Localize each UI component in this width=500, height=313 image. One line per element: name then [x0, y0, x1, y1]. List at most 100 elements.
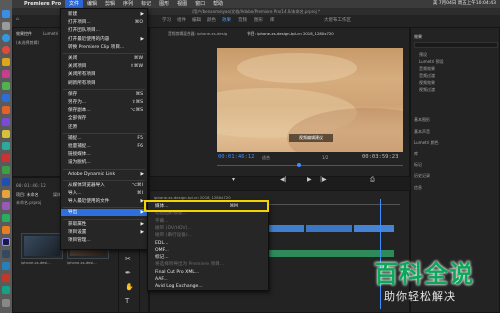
- workspace-color[interactable]: 颜色: [207, 17, 216, 23]
- file-menu-item[interactable]: 批量捕捉... F6: [61, 143, 147, 150]
- file-menu-item[interactable]: 刷新所有项目: [61, 80, 147, 87]
- clip-thumbnail[interactable]: [21, 233, 63, 259]
- file-menu-item[interactable]: 项目管理...: [61, 237, 147, 244]
- app-icon[interactable]: [2, 250, 10, 258]
- file-menu-item[interactable]: 导出 ▶: [61, 209, 147, 217]
- app-icon[interactable]: [2, 142, 10, 150]
- home-icon[interactable]: ⌂: [16, 17, 19, 22]
- menu-file[interactable]: 文件: [65, 0, 84, 8]
- effects-folder[interactable]: 视频效果: [419, 80, 435, 86]
- file-menu-item[interactable]: 获取属性 ▶: [61, 221, 147, 228]
- workspace-editing[interactable]: 编辑: [192, 17, 201, 23]
- app-icon[interactable]: [2, 190, 10, 198]
- panel-info[interactable]: 信息: [414, 185, 422, 191]
- step-back-icon[interactable]: ◀|: [280, 176, 287, 183]
- panel-lumetri-color[interactable]: Lumetri 颜色: [414, 140, 439, 146]
- app-icon[interactable]: [2, 106, 10, 114]
- menu-help[interactable]: 帮助: [209, 0, 227, 8]
- menu-clip[interactable]: 剪辑: [101, 0, 119, 8]
- app-icon[interactable]: [2, 118, 10, 126]
- file-menu-item[interactable]: 项目设置 ▶: [61, 229, 147, 236]
- panel-essential-sound[interactable]: 基本声音: [414, 129, 430, 135]
- export-menu-item[interactable]: Avid Log Exchange...: [148, 283, 268, 290]
- panel-tab-program[interactable]: 节目: iphone-xs-design-tpl-cn 2018_1280x72…: [247, 31, 334, 37]
- effects-folder[interactable]: 音频过渡: [419, 73, 435, 79]
- app-icon[interactable]: [2, 178, 10, 186]
- menu-sequence[interactable]: 序列: [119, 0, 137, 8]
- panel-tab-effects[interactable]: 效果: [414, 34, 422, 40]
- file-menu-item[interactable]: 导入最近使用的文件 ▶: [61, 198, 147, 205]
- export-menu-item[interactable]: 字幕...: [148, 218, 268, 225]
- hand-tool-icon[interactable]: ✋: [125, 283, 134, 291]
- file-menu-item[interactable]: Adobe Dynamic Link ▶: [61, 171, 147, 178]
- effects-folder[interactable]: 视频过渡: [419, 87, 435, 93]
- file-menu-item[interactable]: 转换 Premiere Clip 项目...: [61, 44, 147, 51]
- safari-icon[interactable]: [2, 34, 10, 42]
- export-menu-item[interactable]: 标记...: [148, 254, 268, 261]
- trash-icon[interactable]: [2, 299, 10, 307]
- video-clip[interactable]: [306, 225, 352, 232]
- app-icon[interactable]: [2, 274, 10, 282]
- file-menu-item[interactable]: 打开项目... ⌘O: [61, 19, 147, 26]
- launchpad-icon[interactable]: [2, 22, 10, 30]
- app-icon[interactable]: [2, 82, 10, 90]
- effects-folder[interactable]: Lumetri 预设: [419, 59, 444, 65]
- pen-tool-icon[interactable]: ✒: [125, 269, 131, 277]
- file-menu-item[interactable]: 关闭项目 ⇧⌘W: [61, 63, 147, 70]
- play-icon[interactable]: ▶: [307, 176, 312, 183]
- export-menu-item[interactable]: AAF...: [148, 276, 268, 283]
- text-tool-icon[interactable]: T: [125, 297, 129, 305]
- panel-markers[interactable]: 标记: [414, 162, 422, 168]
- file-menu-item[interactable]: 保存副本... ⌥⌘S: [61, 107, 147, 114]
- resolution-dropdown[interactable]: 1/2: [322, 155, 328, 160]
- workspace-libraries[interactable]: 库: [270, 17, 275, 23]
- export-menu-item[interactable]: 将选择项导出为 Premiere 项目...: [148, 261, 268, 268]
- panel-history[interactable]: 历史记录: [414, 173, 430, 179]
- app-menu[interactable]: Premiere Pro: [20, 0, 65, 8]
- workspace-graphics[interactable]: 图形: [254, 17, 263, 23]
- workspace-learn[interactable]: 学习: [162, 17, 171, 23]
- export-menu-item[interactable]: EDL...: [148, 240, 268, 247]
- file-menu-item[interactable]: 打开团队项目...: [61, 27, 147, 34]
- file-menu-item[interactable]: 打开最近使用的内容 ▶: [61, 36, 147, 43]
- panel-tab-effect-controls[interactable]: 效果控件: [16, 31, 32, 37]
- file-menu-item[interactable]: 关闭 ⌘W: [61, 55, 147, 62]
- program-video-frame[interactable]: 视频编辑建议: [217, 48, 403, 152]
- app-icon[interactable]: [2, 286, 10, 294]
- file-menu-item[interactable]: 保存 ⌘S: [61, 91, 147, 98]
- video-clip[interactable]: [264, 225, 304, 232]
- workspace-effects[interactable]: 效果: [222, 17, 231, 23]
- file-menu-item[interactable]: 设为脱机...: [61, 159, 147, 166]
- app-icon[interactable]: [2, 154, 10, 162]
- export-menu-item[interactable]: 磁带 (DV/HDV)...: [148, 225, 268, 232]
- panel-tab-project[interactable]: 项目: 未命名: [16, 192, 39, 198]
- playhead-timecode[interactable]: 00:01:46:12: [218, 154, 254, 160]
- playhead-marker[interactable]: [297, 163, 301, 167]
- app-icon[interactable]: [2, 94, 10, 102]
- effects-folder[interactable]: 预设: [419, 52, 427, 58]
- fit-dropdown[interactable]: 适合: [262, 155, 270, 161]
- marker-icon[interactable]: ▾: [232, 176, 235, 183]
- export-menu-item[interactable]: 磁带 (串行设备)...: [148, 232, 268, 239]
- file-menu-item[interactable]: 全部保存: [61, 115, 147, 122]
- app-icon[interactable]: [2, 262, 10, 270]
- effects-folder[interactable]: 音频效果: [419, 66, 435, 72]
- premiere-icon[interactable]: [2, 238, 10, 246]
- step-forward-icon[interactable]: |▶: [320, 176, 327, 183]
- export-menu-item[interactable]: Final Cut Pro XML...: [148, 269, 268, 276]
- app-icon[interactable]: [2, 202, 10, 210]
- playback-scrubber[interactable]: [217, 165, 403, 166]
- panel-essential-graphics[interactable]: 基本图形: [414, 117, 430, 123]
- app-icon[interactable]: [2, 70, 10, 78]
- menu-view[interactable]: 视图: [173, 0, 191, 8]
- workspace-audio[interactable]: 音频: [238, 17, 247, 23]
- file-menu-item[interactable]: 还原: [61, 124, 147, 131]
- finder-icon[interactable]: [2, 10, 10, 18]
- workspace-assembly[interactable]: 组件: [177, 17, 186, 23]
- file-menu-item[interactable]: 关闭所有项目: [61, 71, 147, 78]
- file-menu-item[interactable]: 捕捉... F5: [61, 135, 147, 142]
- menu-graphics[interactable]: 图形: [155, 0, 173, 8]
- menu-edit[interactable]: 编辑: [83, 0, 101, 8]
- file-menu-item[interactable]: 导入... ⌘I: [61, 190, 147, 197]
- panel-tab-audio-mixer[interactable]: 音频剪辑混合器: iphone-xs-desig: [168, 31, 227, 37]
